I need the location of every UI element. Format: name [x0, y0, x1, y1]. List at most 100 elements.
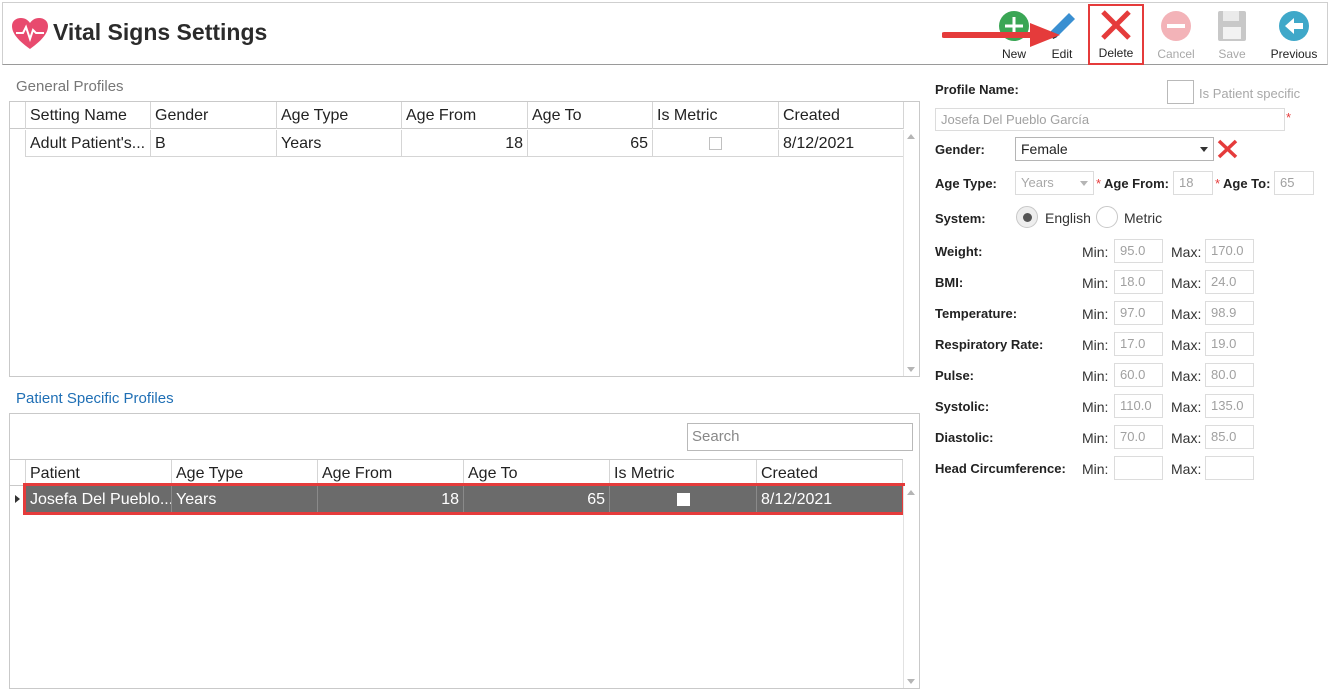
pulse-min-field[interactable]: 60.0: [1114, 363, 1163, 387]
gender-select[interactable]: Female: [1015, 137, 1214, 161]
cell-is-metric: [653, 130, 779, 157]
scroll-up-icon[interactable]: [907, 490, 915, 495]
scroll-down-icon[interactable]: [907, 367, 915, 372]
systolic-max-field[interactable]: 135.0: [1205, 394, 1254, 418]
gender-label: Gender:: [935, 142, 985, 157]
patient-grid-header: Patient Age Type Age From Age To Is Metr…: [10, 459, 903, 487]
col-created[interactable]: Created: [779, 102, 904, 129]
general-grid-header: Setting Name Gender Age Type Age From Ag…: [10, 102, 904, 129]
age-from-label: Age From:: [1104, 176, 1169, 191]
save-button[interactable]: Save: [1205, 7, 1259, 63]
max-label: Max:: [1171, 368, 1202, 384]
min-label: Min:: [1082, 337, 1109, 353]
bmi-max-field[interactable]: 24.0: [1205, 270, 1254, 294]
col-age-type[interactable]: Age Type: [277, 102, 402, 129]
system-english-radio[interactable]: [1016, 206, 1038, 228]
cell-gender: B: [151, 130, 277, 157]
profile-name-field[interactable]: Josefa Del Pueblo García: [935, 108, 1285, 131]
age-type-label: Age Type:: [935, 176, 997, 191]
bmi-min-field[interactable]: 18.0: [1114, 270, 1163, 294]
min-label: Min:: [1082, 461, 1109, 477]
general-profiles-grid: Setting Name Gender Age Type Age From Ag…: [9, 101, 920, 377]
vital-label: Pulse:: [935, 368, 975, 383]
gender-value: Female: [1021, 141, 1068, 157]
patient-profiles-title: Patient Specific Profiles: [16, 390, 174, 407]
arrow-left-circle-icon: [1279, 11, 1309, 41]
vital-label: Diastolic:: [935, 430, 994, 445]
min-label: Min:: [1082, 244, 1109, 260]
max-label: Max:: [1171, 430, 1202, 446]
min-label: Min:: [1082, 368, 1109, 384]
previous-button[interactable]: Previous: [1265, 7, 1323, 63]
save-label: Save: [1218, 47, 1246, 61]
patient-scrollbar[interactable]: [903, 486, 919, 688]
weight-max-field[interactable]: 170.0: [1205, 239, 1254, 263]
x-icon: [1101, 10, 1131, 40]
age-to-label: Age To:: [1223, 176, 1271, 191]
head-circumference-max-field[interactable]: [1205, 456, 1254, 480]
min-label: Min:: [1082, 275, 1109, 291]
system-english-label: English: [1045, 210, 1091, 226]
selection-highlight-outline: [23, 483, 905, 515]
is-patient-specific-checkbox[interactable]: [1167, 80, 1194, 104]
age-from-field[interactable]: 18: [1173, 171, 1213, 195]
vital-label: Respiratory Rate:: [935, 337, 1044, 352]
scroll-up-icon[interactable]: [907, 134, 915, 139]
clear-gender-icon[interactable]: [1217, 139, 1238, 159]
system-label: System:: [935, 211, 986, 226]
min-label: Min:: [1082, 399, 1109, 415]
systolic-min-field[interactable]: 110.0: [1114, 394, 1163, 418]
col-age-from[interactable]: Age From: [402, 102, 528, 129]
min-label: Min:: [1082, 306, 1109, 322]
delete-button[interactable]: Delete: [1088, 4, 1144, 65]
temperature-min-field[interactable]: 97.0: [1114, 301, 1163, 325]
vital-label: BMI:: [935, 275, 964, 290]
heart-pulse-icon: [12, 18, 48, 49]
cancel-label: Cancel: [1157, 47, 1195, 61]
vital-label: Head Circumference:: [935, 461, 1066, 476]
delete-label: Delete: [1098, 46, 1134, 60]
max-label: Max:: [1171, 275, 1202, 291]
age-to-field[interactable]: 65: [1274, 171, 1314, 195]
cell-created: 8/12/2021: [779, 130, 904, 157]
max-label: Max:: [1171, 244, 1202, 260]
minus-circle-icon: [1161, 11, 1191, 41]
general-profiles-title: General Profiles: [16, 78, 124, 95]
previous-label: Previous: [1270, 47, 1318, 61]
min-label: Min:: [1082, 430, 1109, 446]
weight-min-field[interactable]: 95.0: [1114, 239, 1163, 263]
diastolic-min-field[interactable]: 70.0: [1114, 425, 1163, 449]
is-patient-specific-label: Is Patient specific: [1199, 86, 1301, 101]
system-metric-radio[interactable]: [1096, 206, 1118, 228]
cancel-button[interactable]: Cancel: [1149, 7, 1203, 63]
respiratory-rate-max-field[interactable]: 19.0: [1205, 332, 1254, 356]
table-row[interactable]: Adult Patient's... B Years 18 65 8/12/20…: [10, 130, 904, 157]
head-circumference-min-field[interactable]: [1114, 456, 1163, 480]
diastolic-max-field[interactable]: 85.0: [1205, 425, 1254, 449]
search-input[interactable]: Search: [687, 423, 913, 451]
required-mark: *: [1286, 110, 1292, 125]
vital-label: Temperature:: [935, 306, 1018, 321]
required-mark: *: [1096, 176, 1102, 191]
chevron-down-icon: [1080, 181, 1088, 186]
cell-setting-name: Adult Patient's...: [26, 130, 151, 157]
col-is-metric[interactable]: Is Metric: [653, 102, 779, 129]
is-metric-checkbox[interactable]: [709, 137, 722, 151]
annotation-arrow-icon: [942, 23, 1060, 47]
cell-age-to: 65: [528, 130, 653, 157]
col-gender[interactable]: Gender: [151, 102, 277, 129]
scroll-down-icon[interactable]: [907, 679, 915, 684]
vital-label: Weight:: [935, 244, 983, 259]
max-label: Max:: [1171, 306, 1202, 322]
system-metric-label: Metric: [1124, 210, 1163, 226]
col-setting-name[interactable]: Setting Name: [26, 102, 151, 129]
temperature-max-field[interactable]: 98.9: [1205, 301, 1254, 325]
respiratory-rate-min-field[interactable]: 17.0: [1114, 332, 1163, 356]
cell-age-from: 18: [402, 130, 528, 157]
max-label: Max:: [1171, 461, 1202, 477]
age-type-select[interactable]: Years: [1015, 171, 1094, 195]
pulse-max-field[interactable]: 80.0: [1205, 363, 1254, 387]
general-scrollbar[interactable]: [903, 130, 919, 376]
chevron-down-icon: [1200, 147, 1208, 152]
col-age-to[interactable]: Age To: [528, 102, 653, 129]
